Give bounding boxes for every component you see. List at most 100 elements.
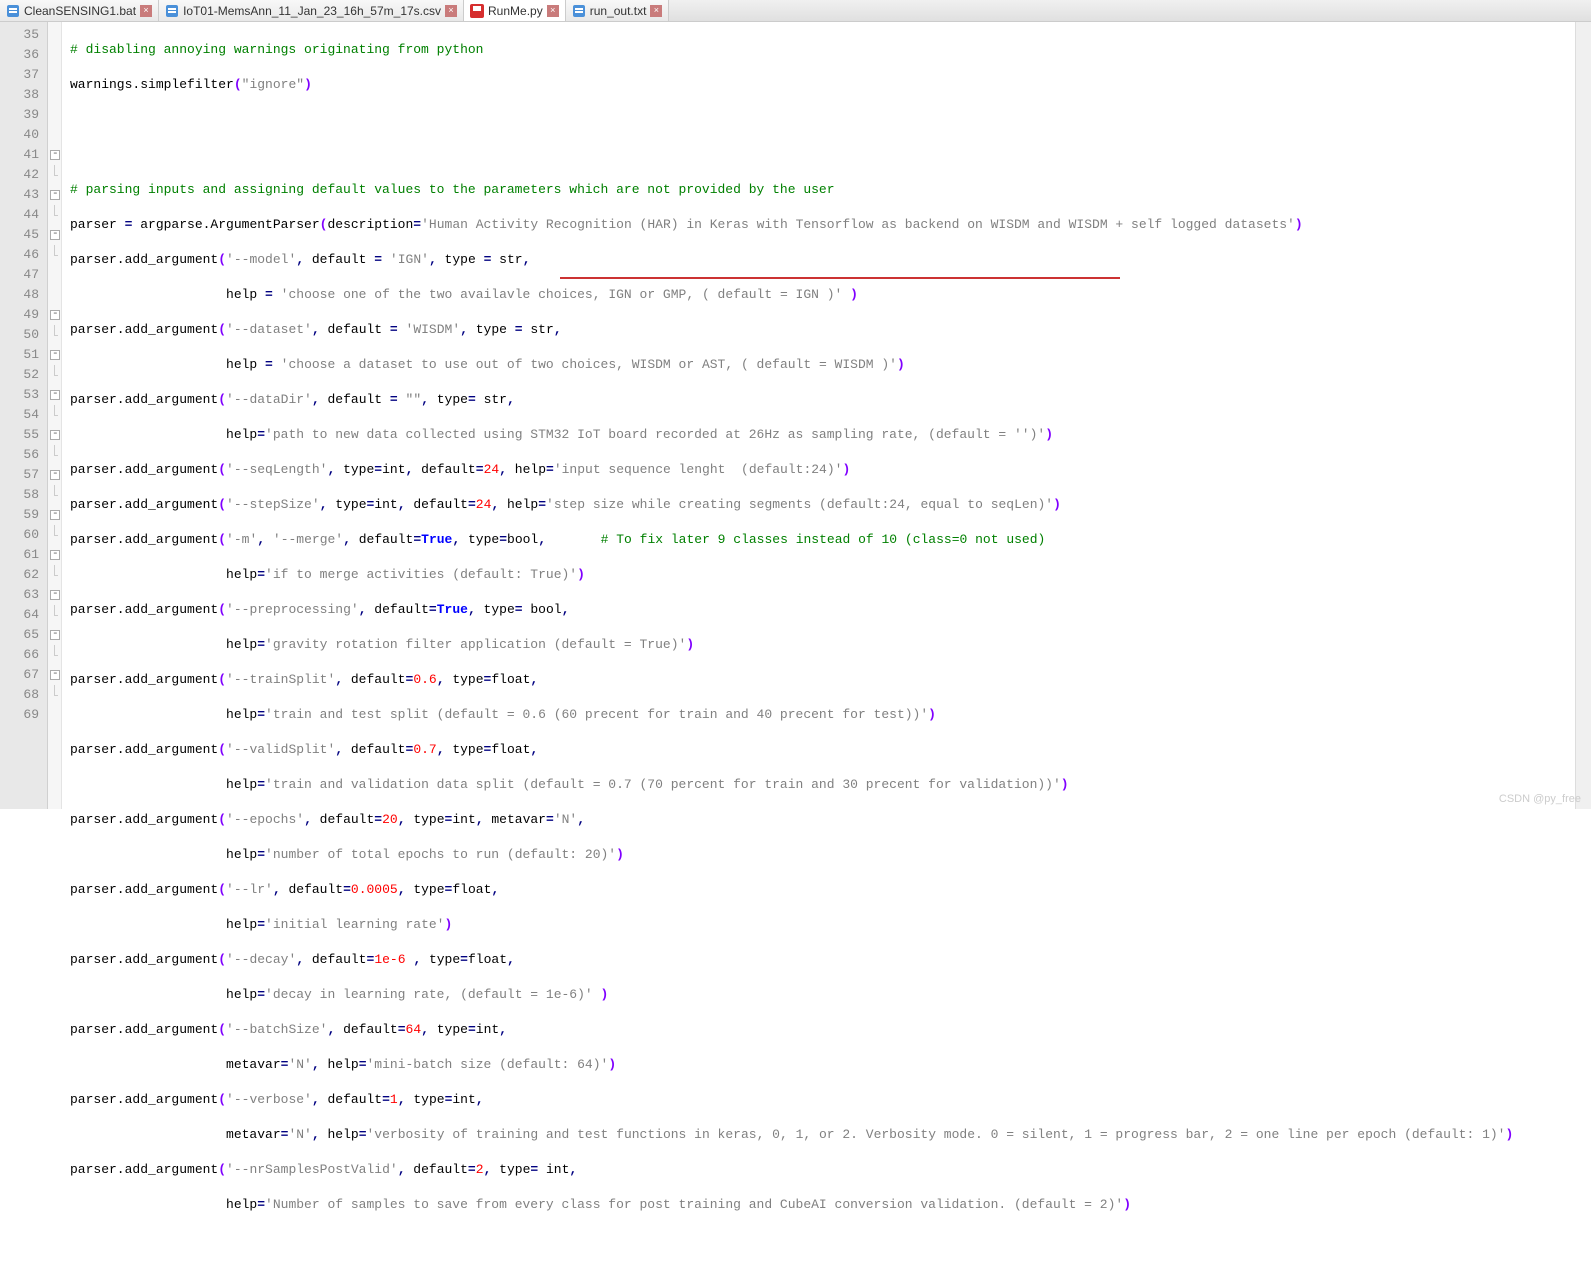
paren: )	[928, 707, 936, 722]
string: '--verbose'	[226, 1092, 312, 1107]
op: ,	[413, 952, 421, 967]
code-text: parser.add_argument	[70, 497, 218, 512]
fold-marker[interactable]	[48, 505, 61, 525]
fold-marker[interactable]	[48, 145, 61, 165]
code-text: help	[70, 357, 265, 372]
code-text: int	[476, 1022, 499, 1037]
op: =	[476, 462, 484, 477]
close-icon[interactable]: ×	[140, 5, 152, 17]
code-text: parser.add_argument	[70, 322, 218, 337]
code-text: float	[491, 742, 530, 757]
fold-marker[interactable]	[48, 385, 61, 405]
code-text: default	[320, 392, 390, 407]
fold-column	[48, 22, 62, 809]
code-text	[398, 392, 406, 407]
string: 'N'	[288, 1057, 311, 1072]
fold-marker[interactable]	[48, 425, 61, 445]
code-text: parser.add_argument	[70, 1022, 218, 1037]
code-text: default	[406, 497, 468, 512]
op: ,	[476, 812, 484, 827]
string: 'WISDM'	[406, 322, 461, 337]
number: 0.0005	[351, 882, 398, 897]
op: ,	[523, 252, 531, 267]
paren: )	[842, 462, 850, 477]
code-text: bool	[507, 532, 538, 547]
code-text: parser.add_argument	[70, 602, 218, 617]
code-content[interactable]: # disabling annoying warnings originatin…	[62, 22, 1591, 809]
paren: (	[218, 322, 226, 337]
code-text: parser.add_argument	[70, 462, 218, 477]
string: 'input sequence lenght (default:24)'	[554, 462, 843, 477]
code-text: default	[320, 1092, 382, 1107]
fold-marker[interactable]	[48, 345, 61, 365]
tab-runme-py[interactable]: RunMe.py ×	[464, 0, 566, 21]
op: ,	[312, 392, 320, 407]
string: 'train and test split (default = 0.6 (60…	[265, 707, 928, 722]
bool: True	[437, 602, 468, 617]
close-icon[interactable]: ×	[445, 5, 457, 17]
code-text: int	[538, 1162, 569, 1177]
code-text: help	[70, 777, 257, 792]
close-icon[interactable]: ×	[547, 5, 559, 17]
code-text	[273, 287, 281, 302]
close-icon[interactable]: ×	[650, 5, 662, 17]
fold-marker	[48, 265, 61, 285]
paren: (	[218, 392, 226, 407]
op: ,	[507, 392, 515, 407]
line-number: 67	[0, 665, 47, 685]
op: =	[374, 812, 382, 827]
op: ,	[484, 1162, 492, 1177]
scrollbar-track[interactable]	[1575, 22, 1591, 809]
code-text: float	[452, 882, 491, 897]
code-text: default	[343, 672, 405, 687]
fold-marker[interactable]	[48, 545, 61, 565]
op: =	[257, 707, 265, 722]
tab-label: RunMe.py	[488, 4, 543, 18]
number: 0.6	[413, 672, 436, 687]
bool: True	[421, 532, 452, 547]
fold-marker[interactable]	[48, 585, 61, 605]
op: =	[515, 322, 523, 337]
line-number: 48	[0, 285, 47, 305]
op: =	[382, 1092, 390, 1107]
op: ,	[273, 882, 281, 897]
tab-label: run_out.txt	[590, 4, 647, 18]
fold-marker	[48, 405, 61, 425]
line-number: 69	[0, 705, 47, 725]
tab-run-out[interactable]: run_out.txt ×	[566, 0, 670, 21]
line-number: 41	[0, 145, 47, 165]
op: =	[257, 567, 265, 582]
fold-marker[interactable]	[48, 225, 61, 245]
code-text: help	[70, 567, 257, 582]
paren: )	[1061, 777, 1069, 792]
op: =	[359, 1127, 367, 1142]
op: ,	[538, 532, 546, 547]
fold-marker[interactable]	[48, 665, 61, 685]
op: ,	[437, 742, 445, 757]
string: 'step size while creating segments (defa…	[546, 497, 1053, 512]
fold-marker[interactable]	[48, 465, 61, 485]
fold-marker[interactable]	[48, 625, 61, 645]
code-text: int	[374, 497, 397, 512]
op: ,	[468, 602, 476, 617]
paren: (	[218, 1162, 226, 1177]
tab-iot-csv[interactable]: IoT01-MemsAnn_11_Jan_23_16h_57m_17s.csv …	[159, 0, 464, 21]
code-text: help	[70, 427, 257, 442]
code-text: type	[421, 952, 460, 967]
string: 'if to merge activities (default: True)'	[265, 567, 577, 582]
fold-marker	[48, 565, 61, 585]
code-text: type	[327, 497, 366, 512]
code-text: type	[445, 742, 484, 757]
op: =	[530, 1162, 538, 1177]
op: ,	[476, 1092, 484, 1107]
fold-marker[interactable]	[48, 185, 61, 205]
paren: (	[218, 672, 226, 687]
code-text: type	[406, 812, 445, 827]
op: =	[499, 532, 507, 547]
editor[interactable]: 3536373839404142434445464748495051525354…	[0, 22, 1591, 809]
line-number: 42	[0, 165, 47, 185]
string: 'initial learning rate'	[265, 917, 444, 932]
fold-marker[interactable]	[48, 305, 61, 325]
code-text: help	[70, 707, 257, 722]
tab-cleansensing[interactable]: CleanSENSING1.bat ×	[0, 0, 159, 21]
